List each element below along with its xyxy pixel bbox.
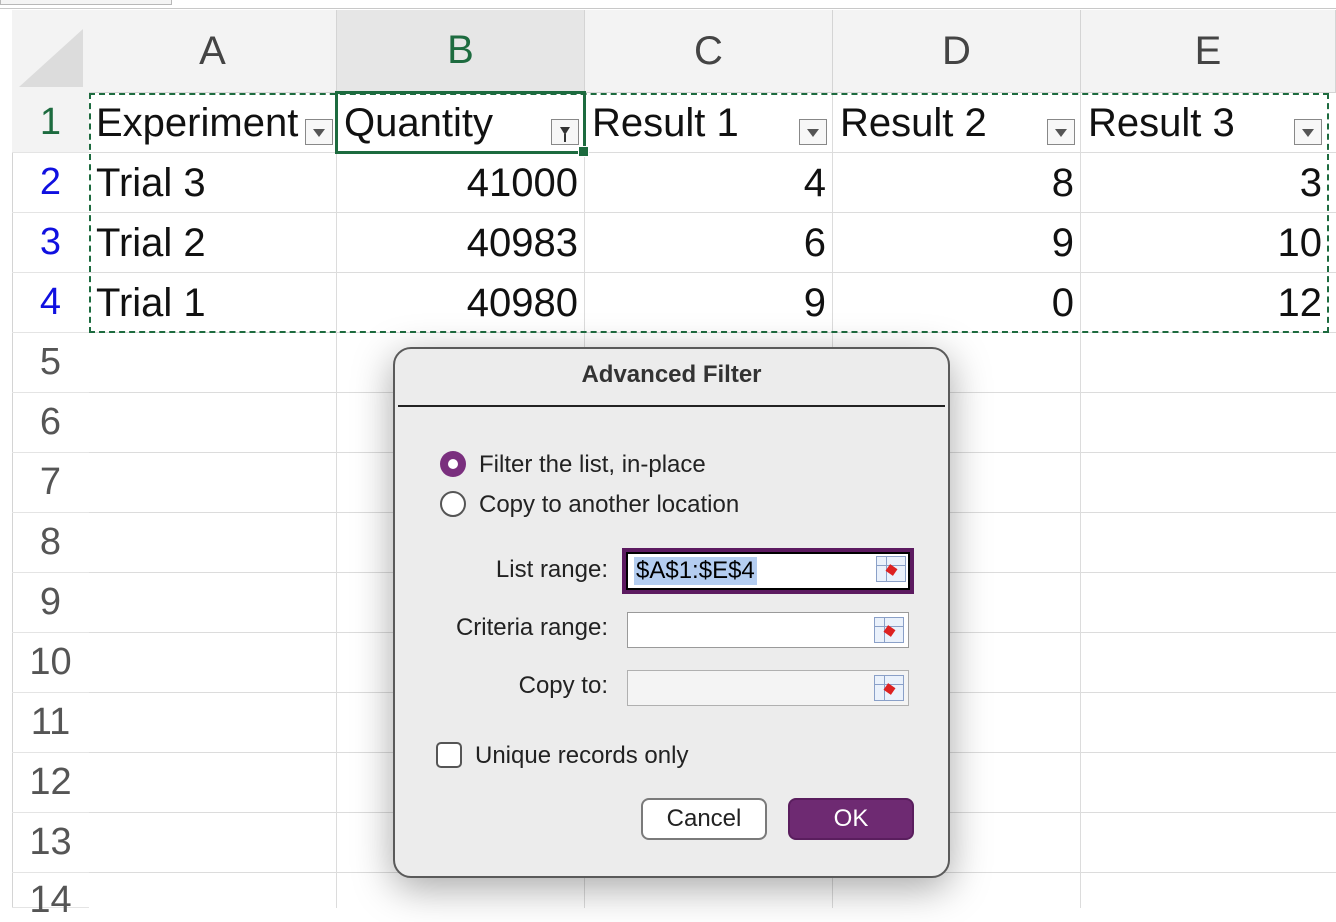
column-header-a[interactable]: A: [89, 10, 337, 93]
radio-filter-in-place[interactable]: [440, 451, 466, 477]
column-header-e[interactable]: E: [1081, 10, 1336, 93]
row-header-13[interactable]: 13: [12, 813, 89, 873]
column-header-c[interactable]: C: [585, 10, 833, 93]
unique-records-label[interactable]: Unique records only: [475, 742, 688, 770]
select-all-corner[interactable]: [12, 10, 90, 94]
copy-marquee: [89, 93, 1329, 333]
row-header-8[interactable]: 8: [12, 513, 89, 573]
criteria-range-label: Criteria range:: [455, 614, 608, 641]
radio-filter-in-place-label[interactable]: Filter the list, in-place: [479, 451, 706, 479]
copy-to-label: Copy to:: [518, 672, 608, 699]
copy-to-input[interactable]: [627, 670, 909, 706]
cancel-button[interactable]: Cancel: [641, 798, 767, 840]
toolbar-edge: [0, 0, 1336, 10]
criteria-range-input[interactable]: [627, 612, 909, 648]
dialog-title: Advanced Filter: [581, 361, 762, 388]
row-header-12[interactable]: 12: [12, 753, 89, 813]
column-header-d[interactable]: D: [833, 10, 1081, 93]
advanced-filter-dialog: Advanced Filter Filter the list, in-plac…: [393, 347, 950, 878]
list-range-label: List range:: [495, 556, 608, 583]
dialog-divider: [398, 405, 945, 407]
list-range-value[interactable]: $A$1:$E$4: [634, 557, 757, 585]
ok-button[interactable]: OK: [788, 798, 914, 840]
row-header-14[interactable]: 14: [12, 873, 89, 921]
row-header-9[interactable]: 9: [12, 573, 89, 633]
toolbar-divider: [0, 8, 1336, 9]
row-header-6[interactable]: 6: [12, 393, 89, 453]
unique-records-checkbox[interactable]: [436, 742, 462, 768]
range-picker-icon[interactable]: [874, 675, 904, 701]
row-header-11[interactable]: 11: [12, 693, 89, 753]
row-header-1[interactable]: 1: [12, 93, 89, 153]
row-header-4[interactable]: 4: [12, 273, 89, 333]
row-header-7[interactable]: 7: [12, 453, 89, 513]
fill-handle[interactable]: [578, 146, 589, 157]
row-header-10[interactable]: 10: [12, 633, 89, 693]
radio-copy-to-location-label[interactable]: Copy to another location: [479, 491, 739, 519]
column-header-b[interactable]: B: [337, 10, 585, 93]
select-all-icon: [19, 29, 83, 87]
row-header-5[interactable]: 5: [12, 333, 89, 393]
row-header-2[interactable]: 2: [12, 153, 89, 213]
range-picker-icon[interactable]: [876, 556, 906, 582]
sheet-tab-stub[interactable]: [0, 0, 172, 5]
range-picker-icon[interactable]: [874, 617, 904, 643]
active-cell-selection[interactable]: [335, 91, 589, 157]
row-header-3[interactable]: 3: [12, 213, 89, 273]
list-range-input[interactable]: $A$1:$E$4: [622, 548, 914, 594]
radio-copy-to-location[interactable]: [440, 491, 466, 517]
